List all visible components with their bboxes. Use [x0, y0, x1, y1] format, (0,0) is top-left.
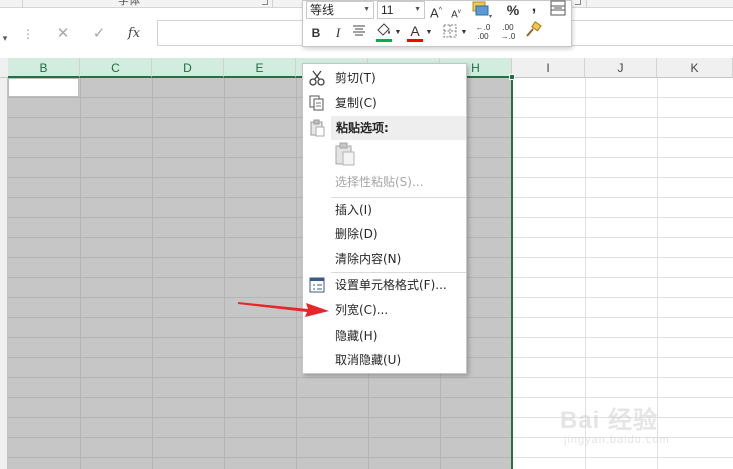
- watermark-brand: Bai 经验: [560, 407, 659, 434]
- font-color-swatch: [407, 39, 423, 42]
- fill-color-swatch: [376, 39, 392, 42]
- column-header-c[interactable]: C: [80, 58, 152, 78]
- chevron-down-icon[interactable]: ▼: [425, 23, 433, 43]
- dialog-launcher-icon[interactable]: [262, 0, 268, 5]
- column-header-k[interactable]: K: [657, 58, 733, 78]
- percent-style-button[interactable]: %: [504, 0, 522, 20]
- insert-function-button[interactable]: fx: [119, 22, 149, 46]
- font-size-value: 11: [381, 3, 394, 17]
- svg-text:▾: ▾: [489, 14, 492, 19]
- paste-icon: [310, 119, 325, 137]
- chevron-down-icon[interactable]: ▼: [394, 23, 402, 43]
- align-center-icon[interactable]: [351, 23, 367, 43]
- borders-icon[interactable]: [441, 23, 459, 43]
- menu-item-copy[interactable]: 复制(C): [303, 91, 466, 115]
- column-header-j[interactable]: J: [585, 58, 657, 78]
- menu-item-delete[interactable]: 删除(D): [303, 222, 466, 246]
- ribbon-separator: [272, 0, 273, 8]
- menu-item-label: 复制(C): [335, 96, 377, 110]
- menu-item-format-cells[interactable]: 设置单元格格式(F)...: [303, 273, 466, 297]
- grid-row-line: [8, 397, 733, 398]
- menu-item-label: 剪切(T): [335, 71, 376, 85]
- ribbon-separator: [22, 0, 23, 8]
- increase-decimal-button[interactable]: ←.0.00: [472, 23, 494, 43]
- font-color-button[interactable]: A: [407, 21, 423, 41]
- menu-item-cut[interactable]: 剪切(T): [303, 66, 466, 90]
- menu-item-hide[interactable]: 隐藏(H): [303, 324, 466, 348]
- selection-handle[interactable]: [509, 74, 515, 80]
- menu-item-clear-contents[interactable]: 清除内容(N): [303, 247, 466, 271]
- fill-color-icon[interactable]: [373, 21, 395, 41]
- cancel-entry-button[interactable]: ✕: [48, 22, 78, 46]
- merge-center-icon[interactable]: [548, 0, 568, 19]
- row-header-strip[interactable]: [0, 78, 8, 469]
- dialog-launcher-icon[interactable]: [575, 0, 581, 5]
- format-cells-icon: [309, 277, 325, 293]
- name-box-dropdown-icon[interactable]: ▾: [0, 28, 10, 48]
- active-cell[interactable]: [8, 78, 79, 97]
- font-name-value: 等线: [310, 3, 335, 17]
- comma-style-button[interactable]: ,: [528, 0, 540, 17]
- paste-options-header: 粘贴选项:: [331, 116, 466, 140]
- chevron-down-icon[interactable]: ▼: [414, 2, 421, 18]
- column-header-d[interactable]: D: [152, 58, 224, 78]
- column-header-b[interactable]: B: [8, 58, 80, 78]
- ribbon-group-label: 字体: [118, 0, 140, 7]
- copy-icon: [309, 95, 324, 111]
- watermark-url: jingyan.baidu.com: [564, 434, 670, 446]
- chevron-down-icon[interactable]: ▼: [460, 23, 468, 43]
- annotation-arrow-icon: [238, 302, 329, 317]
- enter-entry-button[interactable]: ✓: [84, 22, 114, 46]
- formula-bar-grip-icon[interactable]: ⋮: [22, 24, 34, 44]
- decrease-decimal-button[interactable]: .00 →.0: [497, 23, 519, 43]
- baidu-jingyan-watermark: Bai 经验 jingyan.baidu.com: [560, 400, 730, 460]
- font-name-select[interactable]: 等线 ▼: [306, 1, 374, 19]
- column-header-i[interactable]: I: [512, 58, 585, 78]
- ribbon-separator: [586, 0, 587, 8]
- grid-row-line: [8, 377, 733, 378]
- context-menu: 剪切(T) 复制(C) 粘贴选项: 选择性粘贴(S)... 插入(I) 删除(D…: [302, 63, 467, 374]
- shrink-font-button[interactable]: Av: [449, 2, 463, 22]
- grow-font-button[interactable]: A^: [428, 1, 444, 21]
- scissors-icon: [309, 70, 325, 86]
- italic-button[interactable]: I: [331, 23, 345, 43]
- format-painter-icon[interactable]: [523, 21, 543, 41]
- bold-button[interactable]: B: [309, 23, 323, 43]
- paste-clipboard-icon: [335, 142, 355, 166]
- menu-item-paste-special: 选择性粘贴(S)...: [335, 175, 424, 189]
- menu-item-unhide[interactable]: 取消隐藏(U): [303, 348, 466, 372]
- font-size-select[interactable]: 11 ▼: [377, 1, 425, 19]
- menu-item-label: 设置单元格格式(F)...: [335, 278, 447, 292]
- accounting-format-icon[interactable]: ▾: [469, 0, 495, 20]
- column-header-e[interactable]: E: [224, 58, 296, 78]
- paste-option-button[interactable]: [333, 142, 359, 168]
- menu-item-insert[interactable]: 插入(I): [303, 198, 466, 222]
- chevron-down-icon[interactable]: ▼: [363, 2, 370, 18]
- selection-border: [511, 76, 513, 469]
- mini-toolbar: 等线 ▼ 11 ▼ A^ Av ▾ % , B I ▼ A ▼ ▼ ←.0.00…: [302, 0, 572, 47]
